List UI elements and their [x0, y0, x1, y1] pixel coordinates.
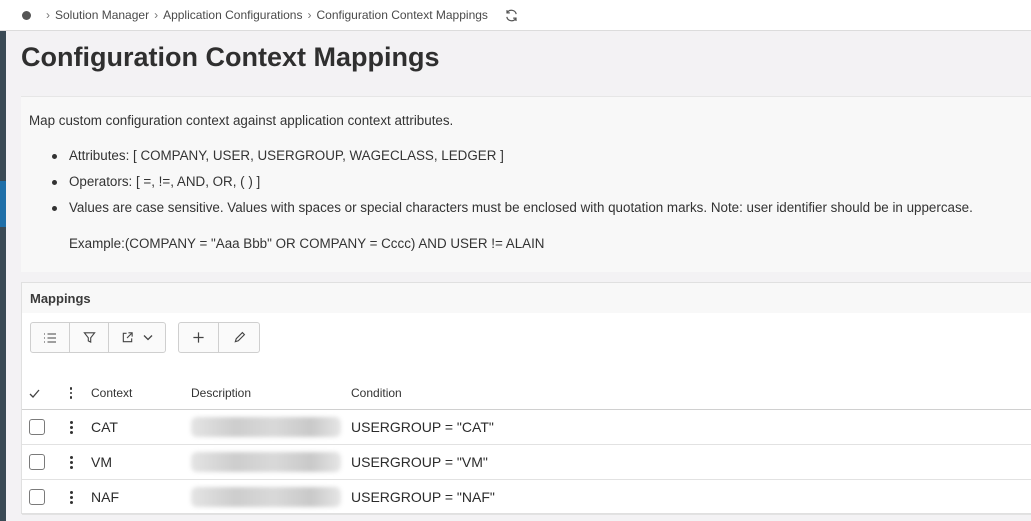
filter-button[interactable] [70, 323, 109, 352]
list-settings-icon [44, 332, 56, 343]
kebab-icon [69, 455, 73, 469]
left-nav-accent [0, 181, 6, 227]
table-row[interactable]: NAF USERGROUP = "NAF" [22, 480, 1031, 515]
header-menu-button[interactable] [66, 377, 76, 409]
toolbar-group-edit [178, 322, 260, 353]
info-bullets: Attributes: [ COMPANY, USER, USERGROUP, … [29, 148, 1031, 216]
bullet-attributes: Attributes: [ COMPANY, USER, USERGROUP, … [51, 148, 1031, 164]
mappings-table: Context Description Condition CAT USERGR… [22, 377, 1031, 515]
column-header-condition[interactable]: Condition [351, 377, 402, 409]
left-nav-strip [0, 31, 6, 521]
row-checkbox[interactable] [29, 419, 45, 435]
breadcrumb-configuration-context-mappings: Configuration Context Mappings [316, 8, 488, 22]
mappings-card: Mappings Context Description Condition C… [21, 282, 1031, 515]
edit-icon [233, 331, 245, 343]
row-context: VM [91, 454, 112, 470]
row-description-redacted [191, 452, 341, 472]
kebab-icon [69, 490, 73, 504]
select-all-checkmark[interactable] [29, 377, 47, 409]
row-checkbox[interactable] [29, 489, 45, 505]
row-context: CAT [91, 419, 118, 435]
column-header-description[interactable]: Description [191, 377, 251, 409]
export-icon [122, 332, 133, 343]
chevron-down-icon [143, 335, 153, 341]
row-condition: USERGROUP = "CAT" [351, 419, 494, 435]
table-row[interactable]: VM USERGROUP = "VM" [22, 445, 1031, 480]
chevron-right-icon: › [46, 8, 50, 22]
column-header-context[interactable]: Context [91, 377, 132, 409]
edit-button[interactable] [219, 323, 259, 352]
add-icon [193, 332, 204, 343]
top-bar: › Solution Manager › Application Configu… [0, 0, 1031, 31]
row-menu-button[interactable] [66, 445, 76, 479]
row-menu-button[interactable] [66, 410, 76, 444]
info-example: Example:(COMPANY = "Aaa Bbb" OR COMPANY … [69, 236, 545, 251]
row-checkbox[interactable] [29, 454, 45, 470]
row-description-redacted [191, 417, 341, 437]
check-icon [29, 389, 40, 398]
info-intro: Map custom configuration context against… [29, 113, 454, 128]
page-title: Configuration Context Mappings [21, 42, 440, 72]
add-button[interactable] [179, 323, 219, 352]
bullet-values-note: Values are case sensitive. Values with s… [51, 200, 1031, 216]
row-context: NAF [91, 489, 119, 505]
breadcrumb-separator: › [307, 8, 312, 22]
row-description-redacted [191, 487, 341, 507]
breadcrumb-separator: › [154, 8, 159, 22]
mappings-title: Mappings [22, 283, 1031, 313]
breadcrumb-application-configurations[interactable]: Application Configurations [163, 8, 302, 22]
toolbar-group-view [30, 322, 166, 353]
home-icon[interactable] [22, 10, 31, 20]
mappings-toolbar [30, 322, 272, 353]
kebab-icon [69, 387, 73, 399]
kebab-icon [69, 420, 73, 434]
row-condition: USERGROUP = "NAF" [351, 489, 495, 505]
table-row[interactable]: CAT USERGROUP = "CAT" [22, 410, 1031, 445]
bullet-operators: Operators: [ =, !=, AND, OR, ( ) ] [51, 174, 1031, 190]
export-button[interactable] [109, 323, 165, 352]
breadcrumb-solution-manager[interactable]: Solution Manager [55, 8, 149, 22]
info-panel: Map custom configuration context against… [21, 96, 1031, 272]
row-menu-button[interactable] [66, 480, 76, 514]
row-condition: USERGROUP = "VM" [351, 454, 488, 470]
filter-icon [82, 332, 96, 344]
list-settings-button[interactable] [31, 323, 70, 352]
table-header: Context Description Condition [22, 377, 1031, 410]
refresh-icon[interactable] [504, 7, 520, 23]
